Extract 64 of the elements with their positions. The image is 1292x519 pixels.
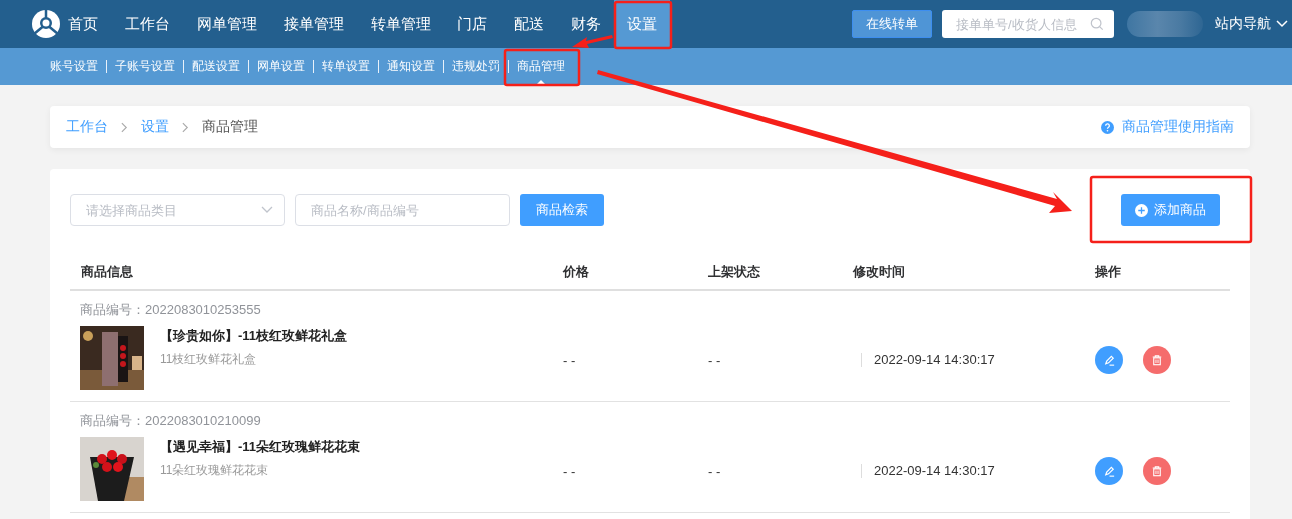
keyword-field[interactable]: 商品名称/商品编号 — [295, 194, 510, 226]
product-subtitle: 11朵红玫瑰鲜花花束 — [160, 462, 270, 479]
nav-tab[interactable]: 门店 — [443, 0, 501, 48]
trash-icon — [1151, 354, 1163, 366]
user-avatar[interactable] — [1127, 11, 1203, 37]
search-field[interactable]: 接单单号/收货人信息 — [942, 10, 1114, 38]
column-header: 上架状态 — [707, 263, 761, 281]
sub-tab[interactable]: 网单设置 — [249, 48, 313, 85]
product-subtitle: 11枝红玫鲜花礼盒 — [160, 351, 258, 368]
site-navigation-menu[interactable]: 站内导航 — [1215, 15, 1288, 33]
help-icon — [1101, 120, 1114, 134]
modified-time: 2022-09-14 14:30:17 — [861, 464, 995, 478]
pencil-icon — [1102, 464, 1116, 478]
nav-tab[interactable]: 首页 — [55, 0, 112, 48]
search-icon — [1090, 17, 1104, 31]
sub-tab[interactable]: 子账号设置 — [107, 48, 183, 85]
nav-tab[interactable]: 配送 — [500, 0, 558, 48]
column-header: 商品信息 — [80, 263, 134, 281]
product-title: 【珍贵如你】-11枝红玫鲜花礼盒 — [160, 327, 348, 345]
sub-tab[interactable]: 违规处罚 — [444, 48, 508, 85]
sub-tab[interactable]: 配送设置 — [184, 48, 248, 85]
modified-time: 2022-09-14 14:30:17 — [861, 353, 995, 367]
column-header: 操作 — [1094, 263, 1122, 281]
nav-tab[interactable]: 工作台 — [111, 0, 184, 48]
edit-button[interactable] — [1095, 346, 1123, 374]
plus-icon — [1135, 203, 1148, 217]
breadcrumb-current: 商品管理 — [202, 118, 258, 136]
breadcrumb-link[interactable]: 工作台 — [66, 118, 108, 136]
search-button[interactable]: 商品检索 — [520, 194, 604, 226]
nav-tab[interactable]: 财务 — [557, 0, 615, 48]
chevron-down-icon — [1276, 20, 1288, 28]
delete-button[interactable] — [1143, 346, 1171, 374]
nav-tab[interactable]: 接单管理 — [270, 0, 358, 48]
column-header: 修改时间 — [851, 263, 906, 281]
nav-tab[interactable]: 转单管理 — [357, 0, 444, 48]
price-value: - - — [563, 352, 576, 368]
highlight-frame — [613, 0, 673, 50]
sub-tab[interactable]: 账号设置 — [42, 48, 106, 85]
nav-tab[interactable]: 设置 — [614, 0, 671, 48]
add-product-button[interactable]: 添加商品 — [1121, 194, 1220, 226]
product-code: 商品编号：2022083010253555 — [80, 301, 262, 319]
sub-tab[interactable]: 商品管理 — [509, 48, 573, 85]
breadcrumb-link[interactable]: 设置 — [141, 118, 169, 136]
sub-tab[interactable]: 通知设置 — [379, 48, 443, 85]
sub-tab[interactable]: 转单设置 — [314, 48, 378, 85]
status-value: - - — [708, 463, 721, 479]
online-transfer-button[interactable]: 在线转单 — [852, 10, 932, 38]
product-code: 商品编号：2022083010210099 — [80, 412, 262, 430]
logo-icon — [30, 8, 62, 40]
guide-link[interactable]: 商品管理使用指南 — [1101, 118, 1234, 136]
category-select[interactable]: 请选择商品类目 — [70, 194, 285, 226]
column-header: 价格 — [561, 263, 590, 281]
status-value: - - — [708, 352, 721, 368]
delete-button[interactable] — [1143, 457, 1171, 485]
annotation-arrow — [572, 35, 613, 48]
edit-button[interactable] — [1095, 457, 1123, 485]
chevron-right-icon — [121, 121, 128, 133]
product-title: 【遇见幸福】-11朵红玫瑰鲜花花束 — [160, 438, 361, 456]
chevron-right-icon — [182, 121, 189, 133]
chevron-down-icon — [261, 206, 273, 214]
trash-icon — [1151, 465, 1163, 477]
pencil-icon — [1102, 353, 1116, 367]
price-value: - - — [563, 463, 576, 479]
nav-tab[interactable]: 网单管理 — [183, 0, 271, 48]
